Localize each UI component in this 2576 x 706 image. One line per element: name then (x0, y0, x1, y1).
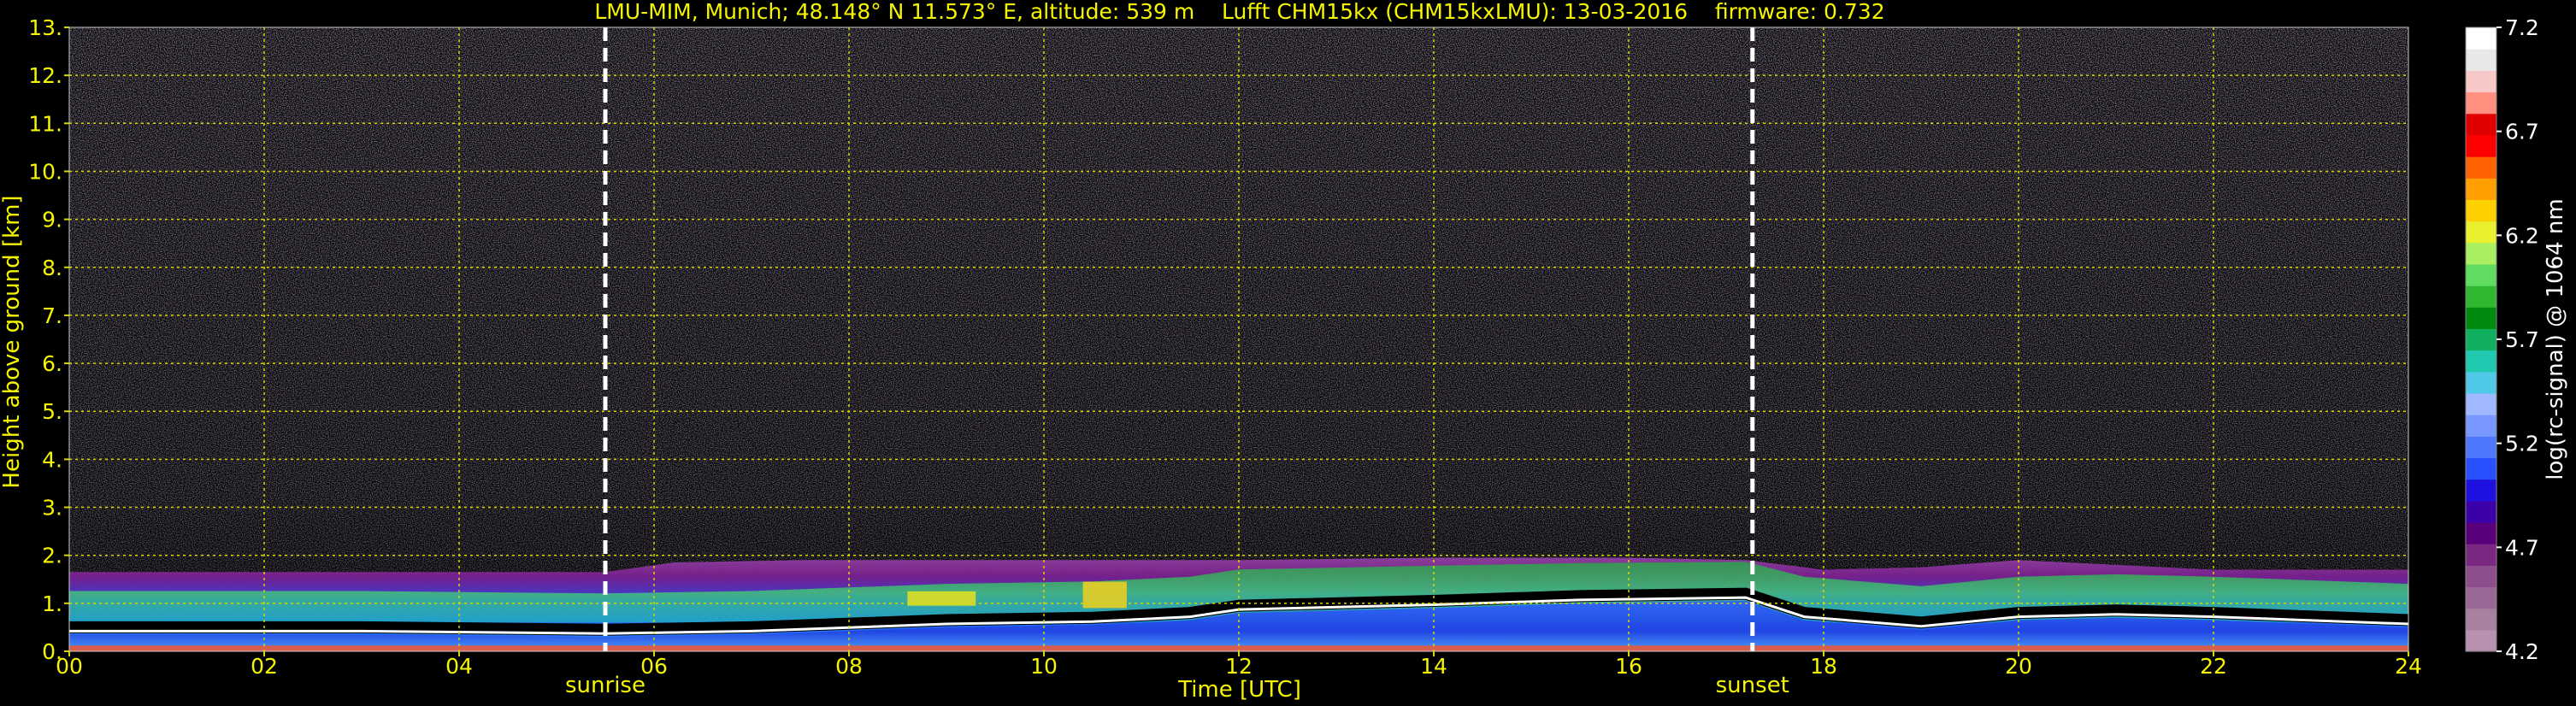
colorbar-segment (2466, 544, 2496, 566)
colorbar-segment (2466, 350, 2496, 373)
colorbar-segment (2466, 134, 2496, 157)
colorbar-tick-label: 7.2 (2505, 15, 2539, 40)
colorbar-segment (2466, 328, 2496, 351)
y-tick-label: 11. (28, 111, 62, 136)
chart-title: LMU-MIM, Munich; 48.148° N 11.573° E, al… (594, 0, 1884, 24)
y-axis-ticks: 0. 1. 2. 3. 4. 5. 6. 7. 8. 9. 10. 11. 12. 13. (28, 15, 69, 664)
high-signal-patch (907, 591, 976, 606)
colorbar-segment (2466, 457, 2496, 480)
colorbar-segment (2466, 371, 2496, 394)
annotation-labels: sunrise sunset (565, 673, 1789, 698)
x-tick-label: 18 (1810, 654, 1837, 679)
colorbar-tick-label: 4.2 (2505, 639, 2539, 664)
x-tick-label: 02 (251, 654, 278, 679)
colorbar-segment (2466, 629, 2496, 652)
high-signal-patch (1082, 581, 1127, 609)
colorbar-tick-label: 6.7 (2505, 120, 2539, 144)
y-tick-label: 1. (42, 591, 62, 616)
y-tick-label: 8. (42, 256, 62, 280)
x-tick-label: 22 (2200, 654, 2227, 679)
colorbar-segment (2466, 178, 2496, 200)
x-tick-label: 14 (1420, 654, 1447, 679)
y-tick-label: 10. (28, 159, 62, 184)
colorbar-segment (2466, 70, 2496, 93)
colorbar-segment (2466, 608, 2496, 631)
y-tick-label: 12. (28, 63, 62, 88)
colorbar-segment (2466, 586, 2496, 609)
x-tick-label: 24 (2395, 654, 2422, 679)
y-tick-label: 5. (42, 399, 62, 424)
colorbar-segment (2466, 263, 2496, 286)
colorbar-segment (2466, 565, 2496, 588)
plot-area (68, 26, 2409, 652)
colorbar-segment (2466, 113, 2496, 136)
colorbar-segment (2466, 156, 2496, 179)
colorbar-tick-label: 5.7 (2505, 327, 2539, 352)
colorbar-segment (2466, 27, 2496, 50)
colorbar-segment (2466, 242, 2496, 265)
x-tick-label: 12 (1225, 654, 1253, 679)
colorbar-segment (2466, 221, 2496, 244)
colorbar-segment (2466, 199, 2496, 222)
colorbar-segment (2466, 285, 2496, 308)
y-tick-label: 6. (42, 351, 62, 376)
colorbar-segment (2466, 436, 2496, 459)
colorbar-label: log(rc-signal) @ 1064 nm (2543, 198, 2568, 479)
colorbar-tick-label: 4.7 (2505, 535, 2539, 560)
x-axis-ticks: 00 02 04 06 08 10 12 14 16 18 20 22 24 (56, 651, 2422, 679)
colorbar-tick-label: 6.2 (2505, 223, 2539, 248)
x-axis-label: Time [UTC] (1177, 677, 1301, 703)
x-tick-label: 04 (445, 654, 473, 679)
y-tick-label: 9. (42, 208, 62, 232)
x-tick-label: 16 (1615, 654, 1642, 679)
y-tick-label: 13. (28, 15, 62, 40)
colorbar-segment (2466, 392, 2496, 415)
colorbar-segment (2466, 91, 2496, 115)
y-tick-label: 4. (42, 447, 62, 472)
colorbar-tick-label: 5.2 (2505, 432, 2539, 456)
colorbar-segment (2466, 479, 2496, 502)
x-tick-label: 20 (2005, 654, 2032, 679)
y-tick-label: 3. (42, 496, 62, 521)
y-tick-label: 2. (42, 544, 62, 568)
sunrise-label: sunrise (565, 673, 645, 698)
colorbar-segment (2466, 415, 2496, 437)
colorbar-ticks: 4.2 4.7 5.2 5.7 6.2 6.7 7.2 (2496, 15, 2539, 664)
y-axis-label: Height above ground [km] (0, 195, 25, 488)
sunset-label: sunset (1716, 673, 1789, 698)
ceilometer-chart: 00 02 04 06 08 10 12 14 16 18 20 22 24 0.1.2.3.4.5.6… (0, 0, 2568, 703)
colorbar-segment (2466, 307, 2496, 330)
colorbar-segment (2466, 500, 2496, 523)
colorbar-segment (2466, 49, 2496, 71)
x-tick-label: 08 (835, 654, 863, 679)
y-tick-label: 7. (42, 303, 62, 328)
x-tick-label: 10 (1030, 654, 1058, 679)
colorbar (2465, 26, 2497, 652)
y-tick-label: 0. (42, 639, 62, 664)
colorbar-segment (2466, 521, 2496, 544)
